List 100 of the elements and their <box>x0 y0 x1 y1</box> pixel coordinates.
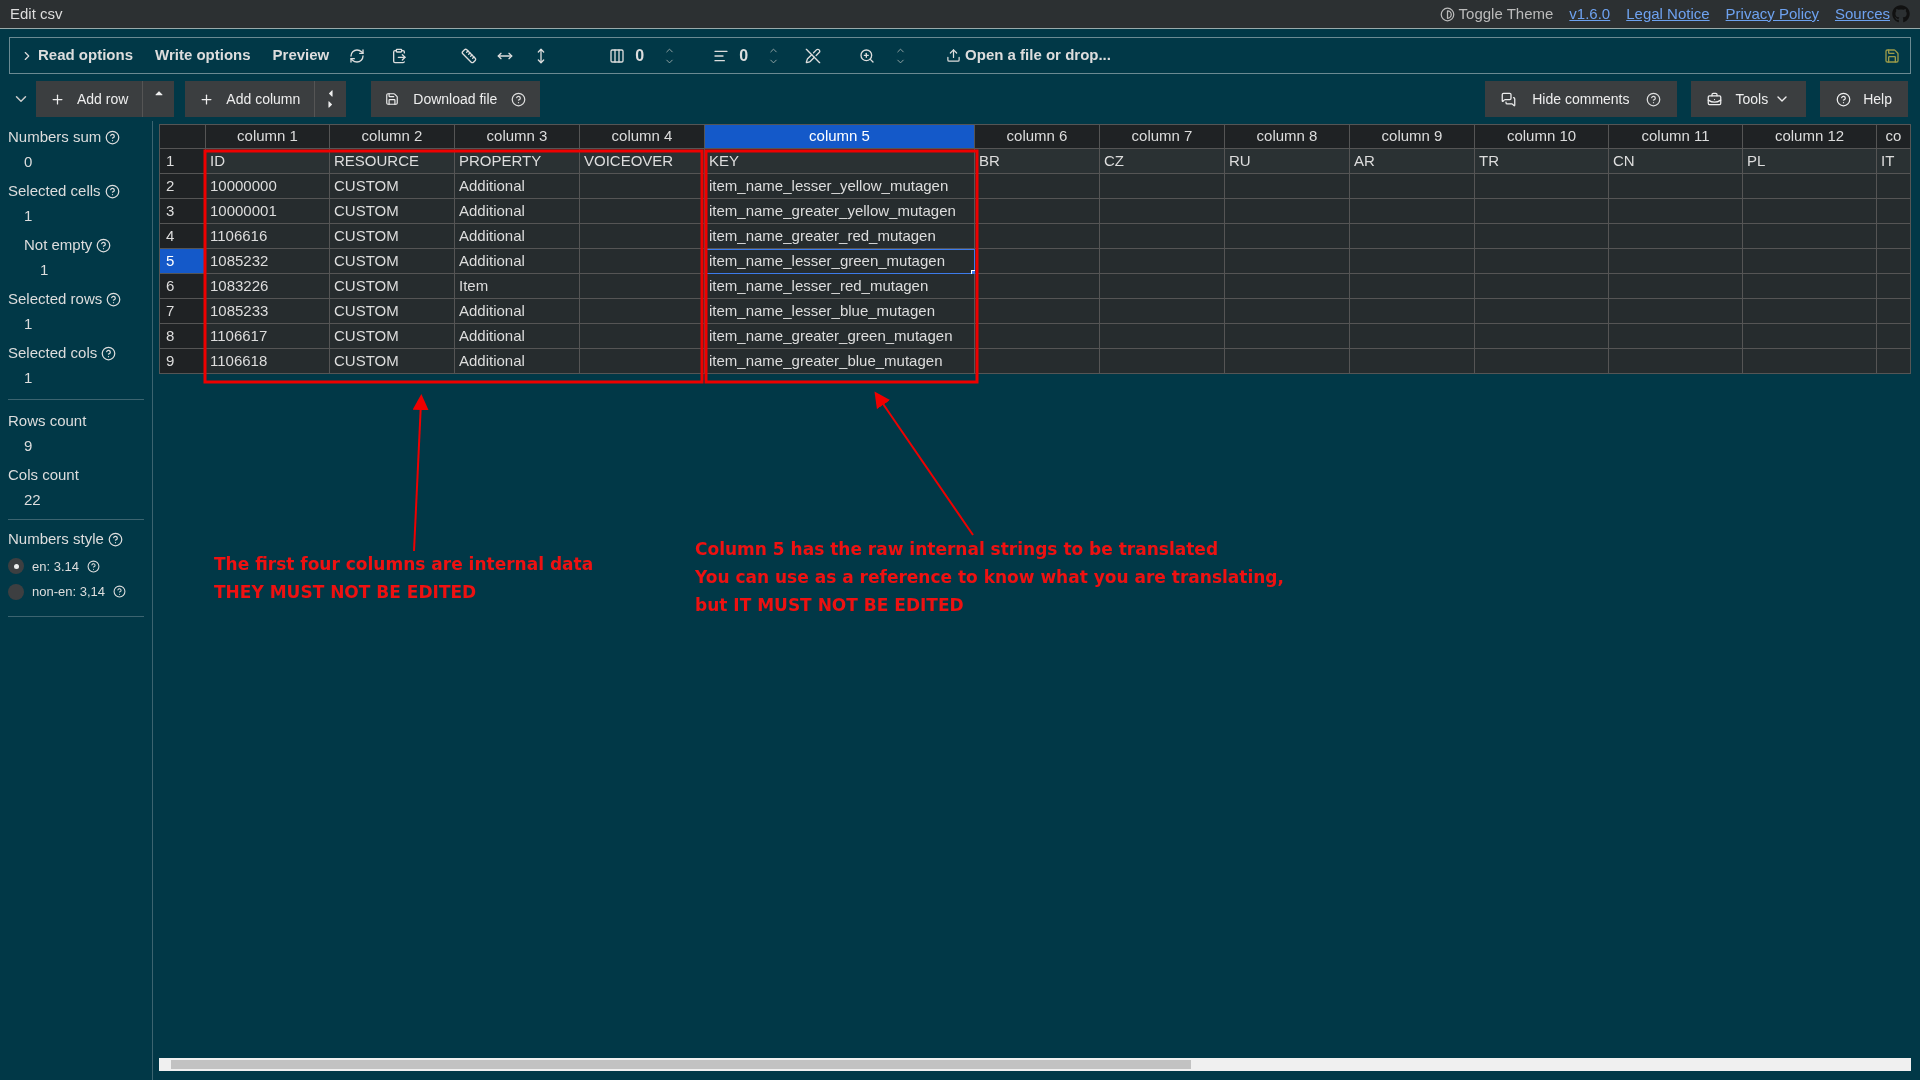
table-cell[interactable]: KEY <box>705 149 975 174</box>
toolbar-tab[interactable]: Preview <box>272 44 330 67</box>
table-cell[interactable] <box>1877 199 1911 224</box>
table-cell[interactable] <box>975 199 1100 224</box>
table-cell[interactable]: 1083226 <box>206 274 330 299</box>
table-cell[interactable]: PL <box>1743 149 1877 174</box>
horizontal-scrollbar[interactable] <box>159 1058 1911 1071</box>
paste-icon[interactable] <box>391 47 408 64</box>
table-cell[interactable] <box>1609 274 1743 299</box>
table-cell[interactable] <box>580 274 705 299</box>
table-cell[interactable]: CN <box>1609 149 1743 174</box>
help-icon[interactable] <box>511 91 527 107</box>
table-cell[interactable]: PROPERTY <box>455 149 580 174</box>
help-icon[interactable] <box>87 559 100 573</box>
table-cell[interactable] <box>1475 174 1609 199</box>
table-cell[interactable] <box>1743 324 1877 349</box>
table-cell[interactable] <box>1350 299 1475 324</box>
column-header[interactable]: column 3 <box>455 124 580 149</box>
table-cell[interactable] <box>975 224 1100 249</box>
zoom-in-icon[interactable] <box>859 47 876 64</box>
table-cell[interactable]: 1085233 <box>206 299 330 324</box>
column-header[interactable]: column 8 <box>1225 124 1350 149</box>
toolbar-tab[interactable]: Write options <box>155 44 251 67</box>
column-header[interactable]: column 7 <box>1100 124 1225 149</box>
table-cell[interactable]: CZ <box>1100 149 1225 174</box>
radio-button[interactable] <box>8 558 24 575</box>
table-cell[interactable]: CUSTOM <box>330 249 455 274</box>
table-cell[interactable]: item_name_greater_red_mutagen <box>705 224 975 249</box>
table-cell[interactable] <box>1225 224 1350 249</box>
table-cell[interactable] <box>1877 249 1911 274</box>
row-header[interactable]: 4 <box>159 224 206 249</box>
table-cell[interactable]: RESOURCE <box>330 149 455 174</box>
hide-comments-button[interactable]: Hide comments <box>1485 81 1677 117</box>
table-cell[interactable] <box>1609 199 1743 224</box>
columns-icon[interactable] <box>609 47 626 64</box>
table-cell[interactable] <box>1475 324 1609 349</box>
table-cell[interactable]: ID <box>206 149 330 174</box>
table-cell[interactable]: Additional <box>455 174 580 199</box>
table-cell[interactable] <box>975 174 1100 199</box>
table-cell[interactable] <box>1350 274 1475 299</box>
table-cell[interactable]: item_name_lesser_red_mutagen <box>705 274 975 299</box>
open-file-button[interactable]: Open a file or drop... <box>946 44 1111 67</box>
table-cell[interactable]: VOICEOVER <box>580 149 705 174</box>
radio-button[interactable] <box>8 583 24 600</box>
row-header[interactable]: 3 <box>159 199 206 224</box>
table-cell[interactable] <box>1475 249 1609 274</box>
header-link[interactable]: Privacy Policy <box>1725 2 1819 26</box>
table-cell[interactable]: item_name_greater_yellow_mutagen <box>705 199 975 224</box>
table-cell[interactable] <box>1225 324 1350 349</box>
download-file-button[interactable]: Download file <box>371 81 541 117</box>
row-header[interactable]: 5 <box>159 249 206 274</box>
table-cell[interactable] <box>1100 174 1225 199</box>
table-cell[interactable] <box>1877 324 1911 349</box>
table-cell[interactable] <box>580 174 705 199</box>
toggle-theme-button[interactable]: Toggle Theme <box>1439 2 1554 26</box>
table-cell[interactable] <box>1225 274 1350 299</box>
table-cell[interactable] <box>1100 199 1225 224</box>
help-icon[interactable] <box>96 237 112 253</box>
help-icon[interactable] <box>1645 91 1661 107</box>
table-cell[interactable]: Additional <box>455 299 580 324</box>
table-cell[interactable]: Item <box>455 274 580 299</box>
table-cell[interactable] <box>1609 349 1743 374</box>
row-header[interactable]: 1 <box>159 149 206 174</box>
table-cell[interactable] <box>1877 349 1911 374</box>
column-header[interactable]: column 6 <box>975 124 1100 149</box>
column-header[interactable]: column 9 <box>1350 124 1475 149</box>
row-header[interactable]: 2 <box>159 174 206 199</box>
row-header[interactable]: 6 <box>159 274 206 299</box>
table-cell[interactable] <box>1743 249 1877 274</box>
column-header[interactable]: column 2 <box>330 124 455 149</box>
column-header[interactable]: column 4 <box>580 124 705 149</box>
pen-off-icon[interactable] <box>805 47 822 64</box>
table-cell[interactable] <box>1609 324 1743 349</box>
column-header[interactable]: column 5 <box>705 124 975 149</box>
refresh-icon[interactable] <box>349 47 366 64</box>
table-cell[interactable]: RU <box>1225 149 1350 174</box>
table-cell[interactable] <box>580 199 705 224</box>
table-cell[interactable] <box>1743 274 1877 299</box>
ruler-icon[interactable] <box>461 47 478 64</box>
table-cell[interactable] <box>975 299 1100 324</box>
table-cell[interactable] <box>1877 174 1911 199</box>
toolbar-tab[interactable]: Read options <box>20 44 133 67</box>
table-cell[interactable] <box>1475 274 1609 299</box>
table-cell[interactable] <box>1100 224 1225 249</box>
table-cell[interactable]: item_name_lesser_green_mutagen <box>705 249 975 274</box>
github-icon[interactable] <box>1892 5 1910 23</box>
table-cell[interactable] <box>1475 349 1609 374</box>
row-header[interactable]: 9 <box>159 349 206 374</box>
table-cell[interactable]: TR <box>1475 149 1609 174</box>
column-header[interactable]: column 10 <box>1475 124 1609 149</box>
table-cell[interactable] <box>1743 224 1877 249</box>
table-cell[interactable] <box>1743 174 1877 199</box>
table-cell[interactable] <box>1225 249 1350 274</box>
table-cell[interactable] <box>975 324 1100 349</box>
table-cell[interactable] <box>1877 224 1911 249</box>
table-cell[interactable]: CUSTOM <box>330 349 455 374</box>
row-header[interactable]: 8 <box>159 324 206 349</box>
table-cell[interactable]: item_name_greater_blue_mutagen <box>705 349 975 374</box>
table-cell[interactable] <box>1350 249 1475 274</box>
column-header[interactable]: column 12 <box>1743 124 1877 149</box>
